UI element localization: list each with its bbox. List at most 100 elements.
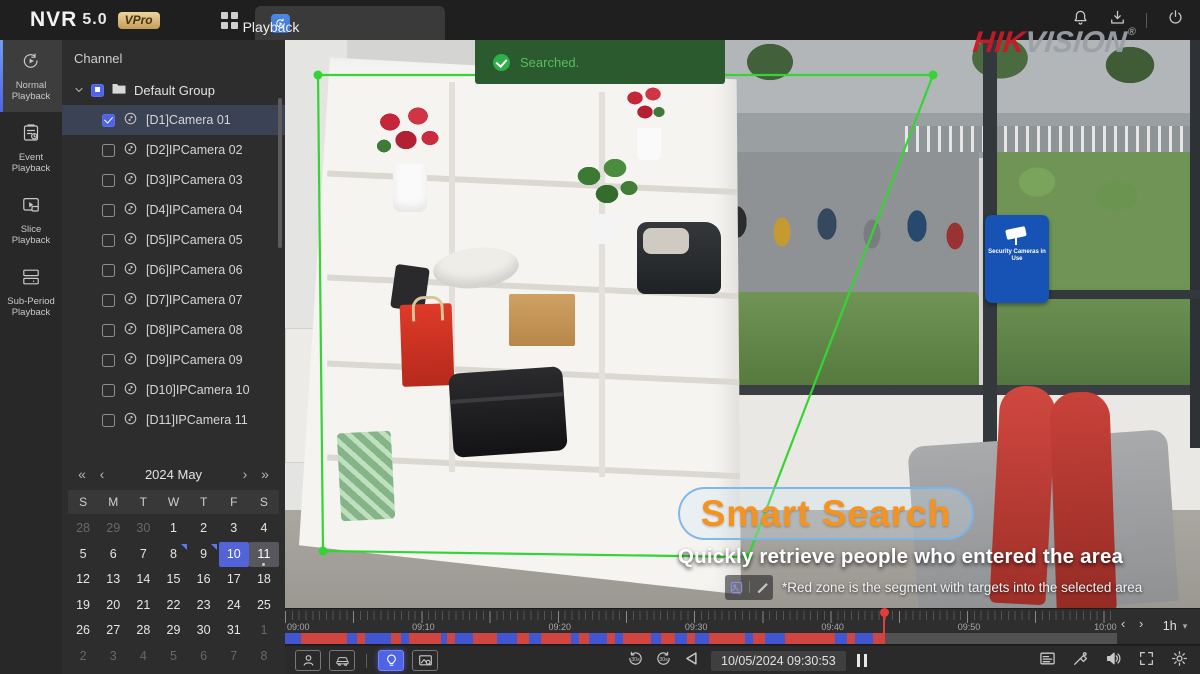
calendar-day[interactable]: 30 <box>189 618 219 644</box>
calendar-next-year-button[interactable]: » <box>255 466 275 482</box>
calendar-day[interactable]: 17 <box>219 567 249 593</box>
channel-checkbox[interactable] <box>102 384 115 397</box>
channel-group-row[interactable]: Default Group <box>62 75 285 105</box>
reverse-play-button[interactable] <box>683 650 700 672</box>
calendar-day[interactable]: 29 <box>98 516 128 542</box>
calendar-day[interactable]: 3 <box>219 516 249 542</box>
tag-icon[interactable] <box>1072 650 1089 672</box>
channel-checkbox[interactable] <box>102 204 115 217</box>
calendar-day[interactable]: 11 <box>249 542 279 568</box>
calendar-day[interactable]: 10 <box>219 542 249 568</box>
calendar-day[interactable]: 26 <box>68 618 98 644</box>
sidebar-item-normal-playback[interactable]: Normal Playback <box>0 40 62 112</box>
calendar-day[interactable]: 21 <box>128 593 158 619</box>
calendar-day[interactable]: 2 <box>189 516 219 542</box>
calendar-day[interactable]: 6 <box>98 542 128 568</box>
calendar-day[interactable]: 3 <box>98 644 128 670</box>
channel-scrollbar[interactable] <box>278 98 282 248</box>
calendar-day[interactable]: 13 <box>98 567 128 593</box>
calendar-day[interactable]: 20 <box>98 593 128 619</box>
rewind-30s-button[interactable]: 30s <box>627 650 644 672</box>
timeline-window-select[interactable]: 1h ▾ <box>1153 614 1197 638</box>
calendar-day[interactable]: 4 <box>128 644 158 670</box>
channel-row[interactable]: [D2]IPCamera 02 <box>62 135 285 165</box>
channel-checkbox[interactable] <box>102 234 115 247</box>
volume-icon[interactable] <box>1105 650 1122 672</box>
pos-overlay-icon[interactable] <box>1039 650 1056 672</box>
person-search-button[interactable] <box>295 650 321 671</box>
current-timestamp[interactable]: 10/05/2024 09:30:53 <box>711 651 846 671</box>
calendar-day[interactable]: 31 <box>219 618 249 644</box>
channel-checkbox[interactable] <box>102 264 115 277</box>
note-toolbox[interactable] <box>725 575 773 600</box>
channel-row[interactable]: [D6]IPCamera 06 <box>62 255 285 285</box>
channel-checkbox[interactable] <box>102 294 115 307</box>
smart-search-button[interactable] <box>378 650 404 671</box>
calendar-day[interactable]: 22 <box>158 593 188 619</box>
calendar-day[interactable]: 12 <box>68 567 98 593</box>
channel-row[interactable]: [D11]IPCamera 11 <box>62 405 285 435</box>
calendar-prev-year-button[interactable]: « <box>72 466 92 482</box>
forward-30s-button[interactable]: 30s <box>655 650 672 672</box>
calendar-day[interactable]: 7 <box>128 542 158 568</box>
calendar-day[interactable]: 1 <box>249 618 279 644</box>
calendar-next-month-button[interactable]: › <box>235 466 255 482</box>
power-icon[interactable] <box>1167 9 1184 31</box>
picture-search-button[interactable] <box>412 650 438 671</box>
channel-checkbox[interactable] <box>102 144 115 157</box>
chevron-down-icon[interactable] <box>74 83 84 98</box>
calendar-day[interactable]: 29 <box>158 618 188 644</box>
calendar-day[interactable]: 2 <box>68 644 98 670</box>
sidebar-item-event-playback[interactable]: Event Playback <box>0 112 62 184</box>
timeline-next-button[interactable]: › <box>1139 616 1143 631</box>
calendar-day[interactable]: 5 <box>68 542 98 568</box>
channel-row[interactable]: [D1]Camera 01 <box>62 105 285 135</box>
calendar-day[interactable]: 16 <box>189 567 219 593</box>
calendar-day[interactable]: 15 <box>158 567 188 593</box>
calendar-day[interactable]: 27 <box>98 618 128 644</box>
calendar-day[interactable]: 28 <box>128 618 158 644</box>
calendar-day[interactable]: 30 <box>128 516 158 542</box>
tab-playback[interactable]: Playback <box>255 6 445 40</box>
calendar-day[interactable]: 4 <box>249 516 279 542</box>
calendar-day[interactable]: 28 <box>68 516 98 542</box>
channel-checkbox[interactable] <box>102 414 115 427</box>
playhead-handle[interactable] <box>880 608 889 617</box>
calendar-day[interactable]: 5 <box>158 644 188 670</box>
calendar-day[interactable]: 18 <box>249 567 279 593</box>
calendar-title[interactable]: 2024 May <box>112 467 235 482</box>
fullscreen-icon[interactable] <box>1138 650 1155 672</box>
calendar-day[interactable]: 9 <box>189 542 219 568</box>
channel-row[interactable]: [D4]IPCamera 04 <box>62 195 285 225</box>
calendar-day[interactable]: 14 <box>128 567 158 593</box>
channel-row[interactable]: [D9]IPCamera 09 <box>62 345 285 375</box>
calendar-day[interactable]: 8 <box>158 542 188 568</box>
calendar-day[interactable]: 6 <box>189 644 219 670</box>
calendar-day[interactable]: 25 <box>249 593 279 619</box>
sidebar-item-sub-period-playback[interactable]: Sub-Period Playback <box>0 256 62 328</box>
timeline[interactable]: 09:0009:1009:2009:3009:4009:5010:00 ‹ › … <box>285 608 1200 644</box>
channel-checkbox[interactable] <box>102 354 115 367</box>
calendar-prev-month-button[interactable]: ‹ <box>92 466 112 482</box>
gear-icon[interactable] <box>1171 650 1188 672</box>
channel-checkbox[interactable] <box>102 174 115 187</box>
channel-row[interactable]: [D10]IPCamera 10 <box>62 375 285 405</box>
calendar-day[interactable]: 8 <box>249 644 279 670</box>
calendar-day[interactable]: 19 <box>68 593 98 619</box>
timeline-bar[interactable] <box>285 633 1125 644</box>
channel-checkbox[interactable] <box>102 324 115 337</box>
video-viewport[interactable]: Security Cameras in Use Searched. Smart … <box>285 40 1200 608</box>
calendar-day[interactable]: 23 <box>189 593 219 619</box>
calendar-day[interactable]: 7 <box>219 644 249 670</box>
channel-row[interactable]: [D7]IPCamera 07 <box>62 285 285 315</box>
calendar-day[interactable]: 1 <box>158 516 188 542</box>
timeline-prev-button[interactable]: ‹ <box>1121 616 1125 631</box>
group-checkbox[interactable] <box>91 84 104 97</box>
sidebar-item-slice-playback[interactable]: Slice Playback <box>0 184 62 256</box>
channel-row[interactable]: [D3]IPCamera 03 <box>62 165 285 195</box>
channel-row[interactable]: [D8]IPCamera 08 <box>62 315 285 345</box>
channel-checkbox[interactable] <box>102 114 115 127</box>
pause-button[interactable] <box>857 654 867 667</box>
playhead[interactable] <box>883 613 885 644</box>
calendar-day[interactable]: 24 <box>219 593 249 619</box>
